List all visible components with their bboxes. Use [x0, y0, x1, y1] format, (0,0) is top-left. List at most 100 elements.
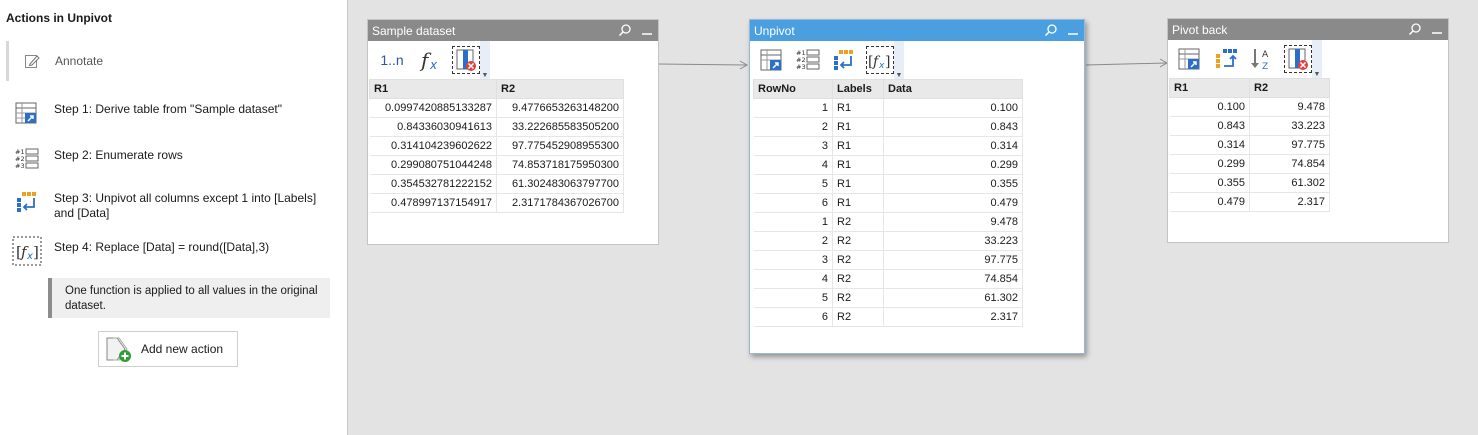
table-cell[interactable]: 0.354532781222152 — [369, 174, 497, 194]
table-cell[interactable]: 0.843 — [1169, 116, 1250, 136]
inspect-icon[interactable] — [1408, 22, 1422, 36]
table-cell[interactable]: 74.854 — [1249, 154, 1330, 174]
table-cell[interactable]: R2 — [832, 231, 884, 251]
enumerate-rows-icon[interactable]: #1 #2 #3 — [794, 46, 822, 74]
table-cell[interactable]: R1 — [832, 117, 884, 137]
column-header[interactable]: Data — [883, 79, 1023, 99]
table-row[interactable]: 0.314 97.775 — [1169, 135, 1330, 155]
table-cell[interactable]: 2.317 — [883, 307, 1023, 327]
table-cell[interactable]: 5 — [753, 288, 833, 308]
sort-az-icon[interactable]: AZ — [1248, 45, 1276, 73]
table-row[interactable]: 0.299080751044248 74.853718175950300 — [369, 155, 624, 175]
table-row[interactable]: 1 R2 9.478 — [753, 212, 1023, 232]
table-cell[interactable]: 97.775 — [883, 250, 1023, 270]
table-cell[interactable]: R1 — [832, 174, 884, 194]
step-4[interactable]: [f x] Step 4: Replace [Data] = round([Dat… — [12, 236, 332, 266]
step-2[interactable]: #1 #2 #3 Step 2: Enumerate rows — [12, 144, 332, 174]
table-row[interactable]: 6 R1 0.479 — [753, 193, 1023, 213]
table-cell[interactable]: 0.84336030941613 — [369, 117, 497, 137]
enumerate-tool[interactable]: 1..n — [376, 46, 408, 74]
table-row[interactable]: 0.0997420885133287 9.4776653263148200 — [369, 98, 624, 118]
table-cell[interactable]: 0.843 — [883, 117, 1023, 137]
column-header[interactable]: R1 — [369, 79, 497, 99]
table-cell[interactable]: 2.317 — [1249, 192, 1330, 212]
table-row[interactable]: 0.478997137154917 2.3171784367026700 — [369, 193, 624, 213]
table-cell[interactable]: 3 — [753, 136, 833, 156]
table-row[interactable]: 3 R1 0.314 — [753, 136, 1023, 156]
step-1[interactable]: Step 1: Derive table from "Sample datase… — [12, 98, 332, 128]
minimize-icon[interactable] — [640, 23, 654, 37]
table-cell[interactable]: 33.223 — [1249, 116, 1330, 136]
table-cell[interactable]: 0.299 — [1169, 154, 1250, 174]
table-cell[interactable]: 2 — [753, 231, 833, 251]
table-row[interactable]: 0.479 2.317 — [1169, 192, 1330, 212]
table-row[interactable]: 0.355 61.302 — [1169, 173, 1330, 193]
column-header[interactable]: R2 — [1249, 78, 1330, 98]
table-cell[interactable]: 6 — [753, 193, 833, 213]
step-3[interactable]: Step 3: Unpivot all columns except 1 int… — [12, 187, 332, 221]
node-header[interactable]: Sample dataset — [368, 20, 658, 41]
delete-column-icon[interactable] — [1284, 45, 1312, 73]
table-cell[interactable]: 6 — [753, 307, 833, 327]
unpivot-icon[interactable] — [830, 46, 858, 74]
column-header[interactable]: Labels — [832, 79, 884, 99]
table-cell[interactable]: 0.314 — [883, 136, 1023, 156]
table-cell[interactable]: 0.100 — [883, 98, 1023, 118]
flow-canvas[interactable]: Sample dataset 1..n fx ▼ R1 R2 0.0997420… — [349, 0, 1478, 435]
table-row[interactable]: 2 R2 33.223 — [753, 231, 1023, 251]
table-row[interactable]: 4 R2 74.854 — [753, 269, 1023, 289]
table-cell[interactable]: 1 — [753, 98, 833, 118]
table-cell[interactable]: R1 — [832, 98, 884, 118]
table-cell[interactable]: 2.3171784367026700 — [496, 193, 624, 213]
table-row[interactable]: 0.84336030941613 33.222685583505200 — [369, 117, 624, 137]
table-cell[interactable]: 9.478 — [1249, 97, 1330, 117]
table-cell[interactable]: 4 — [753, 155, 833, 175]
derive-table-icon[interactable] — [1176, 45, 1204, 73]
table-cell[interactable]: 9.478 — [883, 212, 1023, 232]
table-cell[interactable]: R1 — [832, 136, 884, 156]
table-cell[interactable]: 3 — [753, 250, 833, 270]
inspect-icon[interactable] — [618, 23, 632, 37]
node-header[interactable]: Unpivot — [750, 20, 1084, 41]
column-header[interactable]: R1 — [1169, 78, 1250, 98]
toolbar-more-icon[interactable]: ▼ — [480, 41, 490, 79]
table-cell[interactable]: 0.100 — [1169, 97, 1250, 117]
table-row[interactable]: 5 R2 61.302 — [753, 288, 1023, 308]
table-row[interactable]: 5 R1 0.355 — [753, 174, 1023, 194]
table-cell[interactable]: 33.223 — [883, 231, 1023, 251]
table-row[interactable]: 0.314104239602622 97.775452908955300 — [369, 136, 624, 156]
table-cell[interactable]: 9.4776653263148200 — [496, 98, 624, 118]
column-header[interactable]: RowNo — [753, 79, 833, 99]
formula-icon[interactable]: [f x] — [866, 46, 894, 74]
table-cell[interactable]: 0.314104239602622 — [369, 136, 497, 156]
table-row[interactable]: 6 R2 2.317 — [753, 307, 1023, 327]
table-cell[interactable]: 0.314 — [1169, 135, 1250, 155]
toolbar-more-icon[interactable]: ▼ — [1312, 40, 1322, 78]
table-cell[interactable]: 0.299 — [883, 155, 1023, 175]
table-cell[interactable]: R2 — [832, 307, 884, 327]
table-cell[interactable]: 0.479 — [1169, 192, 1250, 212]
table-cell[interactable]: 61.302 — [1249, 173, 1330, 193]
minimize-icon[interactable] — [1066, 23, 1080, 37]
table-row[interactable]: 1 R1 0.100 — [753, 98, 1023, 118]
inspect-icon[interactable] — [1044, 23, 1058, 37]
column-header[interactable]: R2 — [496, 79, 624, 99]
table-cell[interactable]: 97.775452908955300 — [496, 136, 624, 156]
table-cell[interactable]: 0.0997420885133287 — [369, 98, 497, 118]
add-new-action-button[interactable]: Add new action — [98, 331, 238, 367]
table-cell[interactable]: 97.775 — [1249, 135, 1330, 155]
node-pivot-back[interactable]: Pivot back AZ ▼ R1 R2 0.100 9.478 0.843 33.… — [1167, 18, 1449, 243]
table-row[interactable]: 0.100 9.478 — [1169, 97, 1330, 117]
node-sample-dataset[interactable]: Sample dataset 1..n fx ▼ R1 R2 0.0997420… — [367, 19, 659, 245]
table-cell[interactable]: R1 — [832, 155, 884, 175]
table-row[interactable]: 0.843 33.223 — [1169, 116, 1330, 136]
table-cell[interactable]: 1 — [753, 212, 833, 232]
minimize-icon[interactable] — [1430, 22, 1444, 36]
table-cell[interactable]: 74.854 — [883, 269, 1023, 289]
pivot-icon[interactable] — [1212, 45, 1240, 73]
table-row[interactable]: 2 R1 0.843 — [753, 117, 1023, 137]
formula-tool-icon[interactable]: fx — [416, 46, 444, 74]
derive-table-icon[interactable] — [758, 46, 786, 74]
table-cell[interactable]: 2 — [753, 117, 833, 137]
table-cell[interactable]: 5 — [753, 174, 833, 194]
